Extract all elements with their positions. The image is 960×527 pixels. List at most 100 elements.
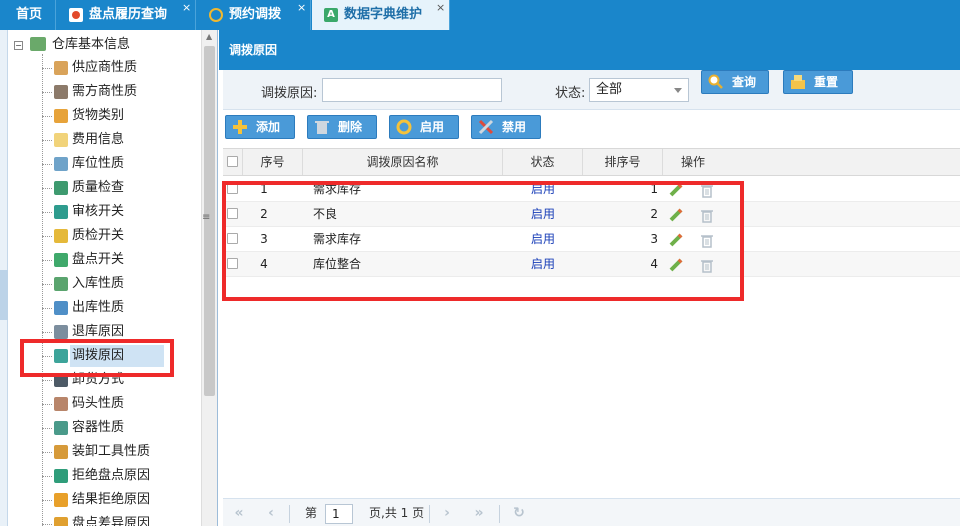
user-icon — [54, 85, 68, 99]
tab-scheduled-transfer[interactable]: 预约调拨 × — [197, 0, 311, 30]
tab-home[interactable]: 首页 — [0, 0, 56, 30]
grid-header: 序号 调拨原因名称 状态 排序号 操作 — [223, 148, 960, 176]
tab-home-label: 首页 — [16, 7, 43, 22]
enable-button-label: 启用 — [420, 120, 445, 134]
first-page-icon[interactable]: « — [229, 504, 249, 524]
page-prefix: 第 — [305, 506, 318, 520]
blocks-icon — [54, 109, 68, 123]
tree-connector — [42, 92, 52, 93]
tree-connector — [42, 284, 52, 285]
reset-button[interactable]: 重置 — [783, 70, 853, 94]
tree-connector — [42, 260, 52, 261]
disable-button[interactable]: 禁用 — [471, 115, 541, 139]
reset-button-label: 重置 — [814, 75, 839, 89]
disable-icon — [478, 119, 494, 135]
last-page-icon[interactable]: » — [469, 504, 489, 524]
panel-title: 调拨原因 — [219, 30, 960, 70]
enable-button[interactable]: 启用 — [389, 115, 459, 139]
tab-data-dictionary[interactable]: A 数据字典维护 × — [312, 0, 450, 30]
record-icon — [69, 8, 83, 22]
tree-connector — [42, 212, 52, 213]
tool-icon — [54, 445, 68, 459]
tab-scheduled-transfer-label: 预约调拨 — [229, 7, 282, 22]
tree-item-label: 库位性质 — [72, 156, 125, 171]
user-icon — [54, 61, 68, 75]
tree-connector — [42, 116, 52, 117]
container-icon — [54, 421, 68, 435]
disable-button-label: 禁用 — [502, 120, 527, 134]
refresh-icon[interactable]: ↻ — [509, 504, 529, 524]
tree-connector — [42, 68, 52, 69]
enable-icon — [396, 119, 412, 135]
tree-connector — [42, 380, 52, 381]
delete-button-label: 删除 — [338, 120, 363, 134]
search-icon — [708, 74, 724, 90]
reason-label: 调拨原因: — [261, 86, 318, 101]
inbound-icon — [54, 277, 68, 291]
annotation-highlight-grid — [222, 181, 744, 301]
outbound-icon — [54, 301, 68, 315]
close-icon[interactable]: × — [297, 0, 306, 23]
trash-icon — [314, 119, 330, 135]
collapse-arrow-icon[interactable] — [0, 270, 8, 320]
status-label: 状态: — [555, 86, 586, 101]
delete-button[interactable]: 删除 — [307, 115, 377, 139]
pager-divider — [289, 505, 290, 523]
tree-item-label: 质量检查 — [72, 180, 125, 195]
tree-item-label: 入库性质 — [72, 276, 125, 291]
tree-connector — [42, 188, 52, 189]
search-bar: 调拨原因: 状态: 全部 查询 重置 — [223, 70, 960, 110]
grid-toolbar: 添加 删除 启用 禁用 — [219, 110, 960, 146]
category-tree: − 仓库基本信息 供应商性质 需方商性质 货物类别 费用信息 库位性质 质量检查 审核开关质… — [0, 30, 218, 526]
check-icon — [54, 181, 68, 195]
status-select[interactable]: 全部 — [589, 78, 689, 102]
chevron-down-icon — [674, 88, 682, 93]
tree-item-label: 费用信息 — [72, 132, 125, 147]
circle-icon — [54, 469, 68, 483]
splitter-handle-icon[interactable]: ≡ — [202, 212, 210, 223]
switch-icon — [54, 229, 68, 243]
tree-connector — [42, 236, 52, 237]
tree-item-label: 质检开关 — [72, 228, 125, 243]
tree-connector — [42, 404, 52, 405]
tree-connector — [42, 452, 52, 453]
query-button[interactable]: 查询 — [701, 70, 769, 94]
tree-item-label: 装卸工具性质 — [72, 444, 151, 459]
add-button[interactable]: 添加 — [225, 115, 295, 139]
switch-icon — [54, 253, 68, 267]
tree-item-label: 拒绝盘点原因 — [72, 468, 151, 483]
scroll-up-icon[interactable]: ▲ — [206, 32, 212, 41]
close-icon[interactable]: × — [182, 0, 191, 23]
next-page-icon[interactable]: › — [437, 504, 457, 524]
header-sort[interactable]: 排序号 — [583, 149, 663, 175]
note-icon — [54, 133, 68, 147]
prev-page-icon[interactable]: ‹ — [261, 504, 281, 524]
header-no[interactable]: 序号 — [243, 149, 303, 175]
tree-scrollbar[interactable]: ▲ — [201, 30, 217, 526]
add-button-label: 添加 — [256, 120, 281, 134]
page-number-input[interactable]: 1 — [325, 504, 353, 524]
header-name[interactable]: 调拨原因名称 — [303, 149, 503, 175]
return-icon — [54, 325, 68, 339]
tree-item-label: 出库性质 — [72, 300, 125, 315]
circle-icon — [54, 493, 68, 507]
collapse-handle[interactable] — [0, 30, 8, 526]
tab-inventory-history-label: 盘点履历查询 — [89, 7, 168, 22]
select-all-checkbox[interactable] — [227, 156, 238, 167]
close-icon[interactable]: × — [436, 0, 445, 23]
select-all-cell — [223, 149, 243, 175]
tree-item-label: 盘点差异原因 — [72, 516, 151, 526]
tab-inventory-history[interactable]: 盘点履历查询 × — [57, 0, 196, 30]
tree-item-label: 供应商性质 — [72, 60, 138, 75]
annotation-highlight-tree — [20, 339, 174, 377]
tree-item-label: 结果拒绝原因 — [72, 492, 151, 507]
header-status[interactable]: 状态 — [503, 149, 583, 175]
collapse-icon[interactable]: − — [14, 41, 23, 50]
status-select-value: 全部 — [596, 82, 623, 97]
reason-input[interactable] — [322, 78, 502, 102]
dock-icon — [54, 397, 68, 411]
tree-connector — [42, 332, 52, 333]
tree-connector — [42, 476, 52, 477]
tree-item-label: 需方商性质 — [72, 84, 138, 99]
tab-bar: 首页 盘点履历查询 × 预约调拨 × A 数据字典维护 × — [0, 0, 960, 30]
